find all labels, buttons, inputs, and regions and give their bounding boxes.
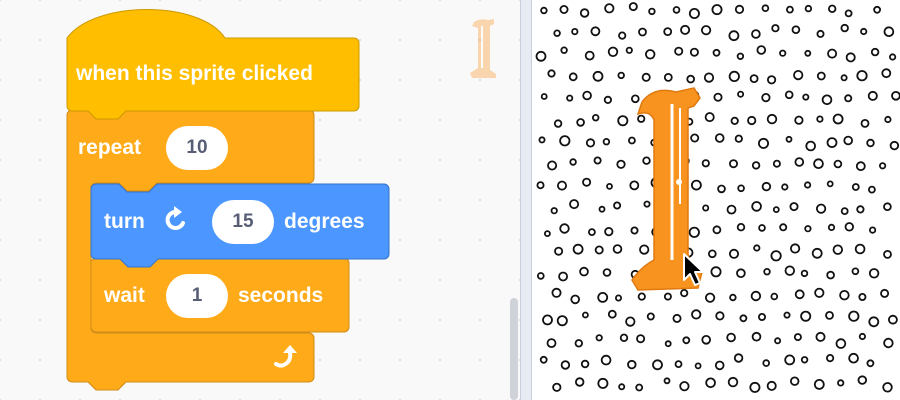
block-shapes <box>66 9 390 391</box>
sprite-thumbnail-icon <box>470 19 496 78</box>
wait-unit-label: seconds <box>238 284 324 307</box>
arrow-cursor-icon <box>683 253 704 286</box>
hat-block-label: when this sprite clicked <box>76 62 313 85</box>
repeat-count-input[interactable]: 10 <box>166 126 228 170</box>
turn-unit-label: degrees <box>284 210 365 233</box>
wait-block-label: wait <box>104 284 145 307</box>
stage[interactable] <box>532 0 900 400</box>
turn-degrees-input[interactable]: 15 <box>212 200 274 244</box>
wait-seconds-input[interactable]: 1 <box>166 274 228 318</box>
code-workspace[interactable]: when this sprite clicked repeat 10 turn … <box>0 0 520 400</box>
repeat-block-label: repeat <box>78 136 142 159</box>
panel-divider[interactable] <box>520 0 532 400</box>
turn-block-label: turn <box>104 210 145 233</box>
workspace-scrollbar[interactable] <box>510 298 518 400</box>
loop-arrow-icon <box>274 345 297 368</box>
rotate-clockwise-icon <box>165 206 185 230</box>
